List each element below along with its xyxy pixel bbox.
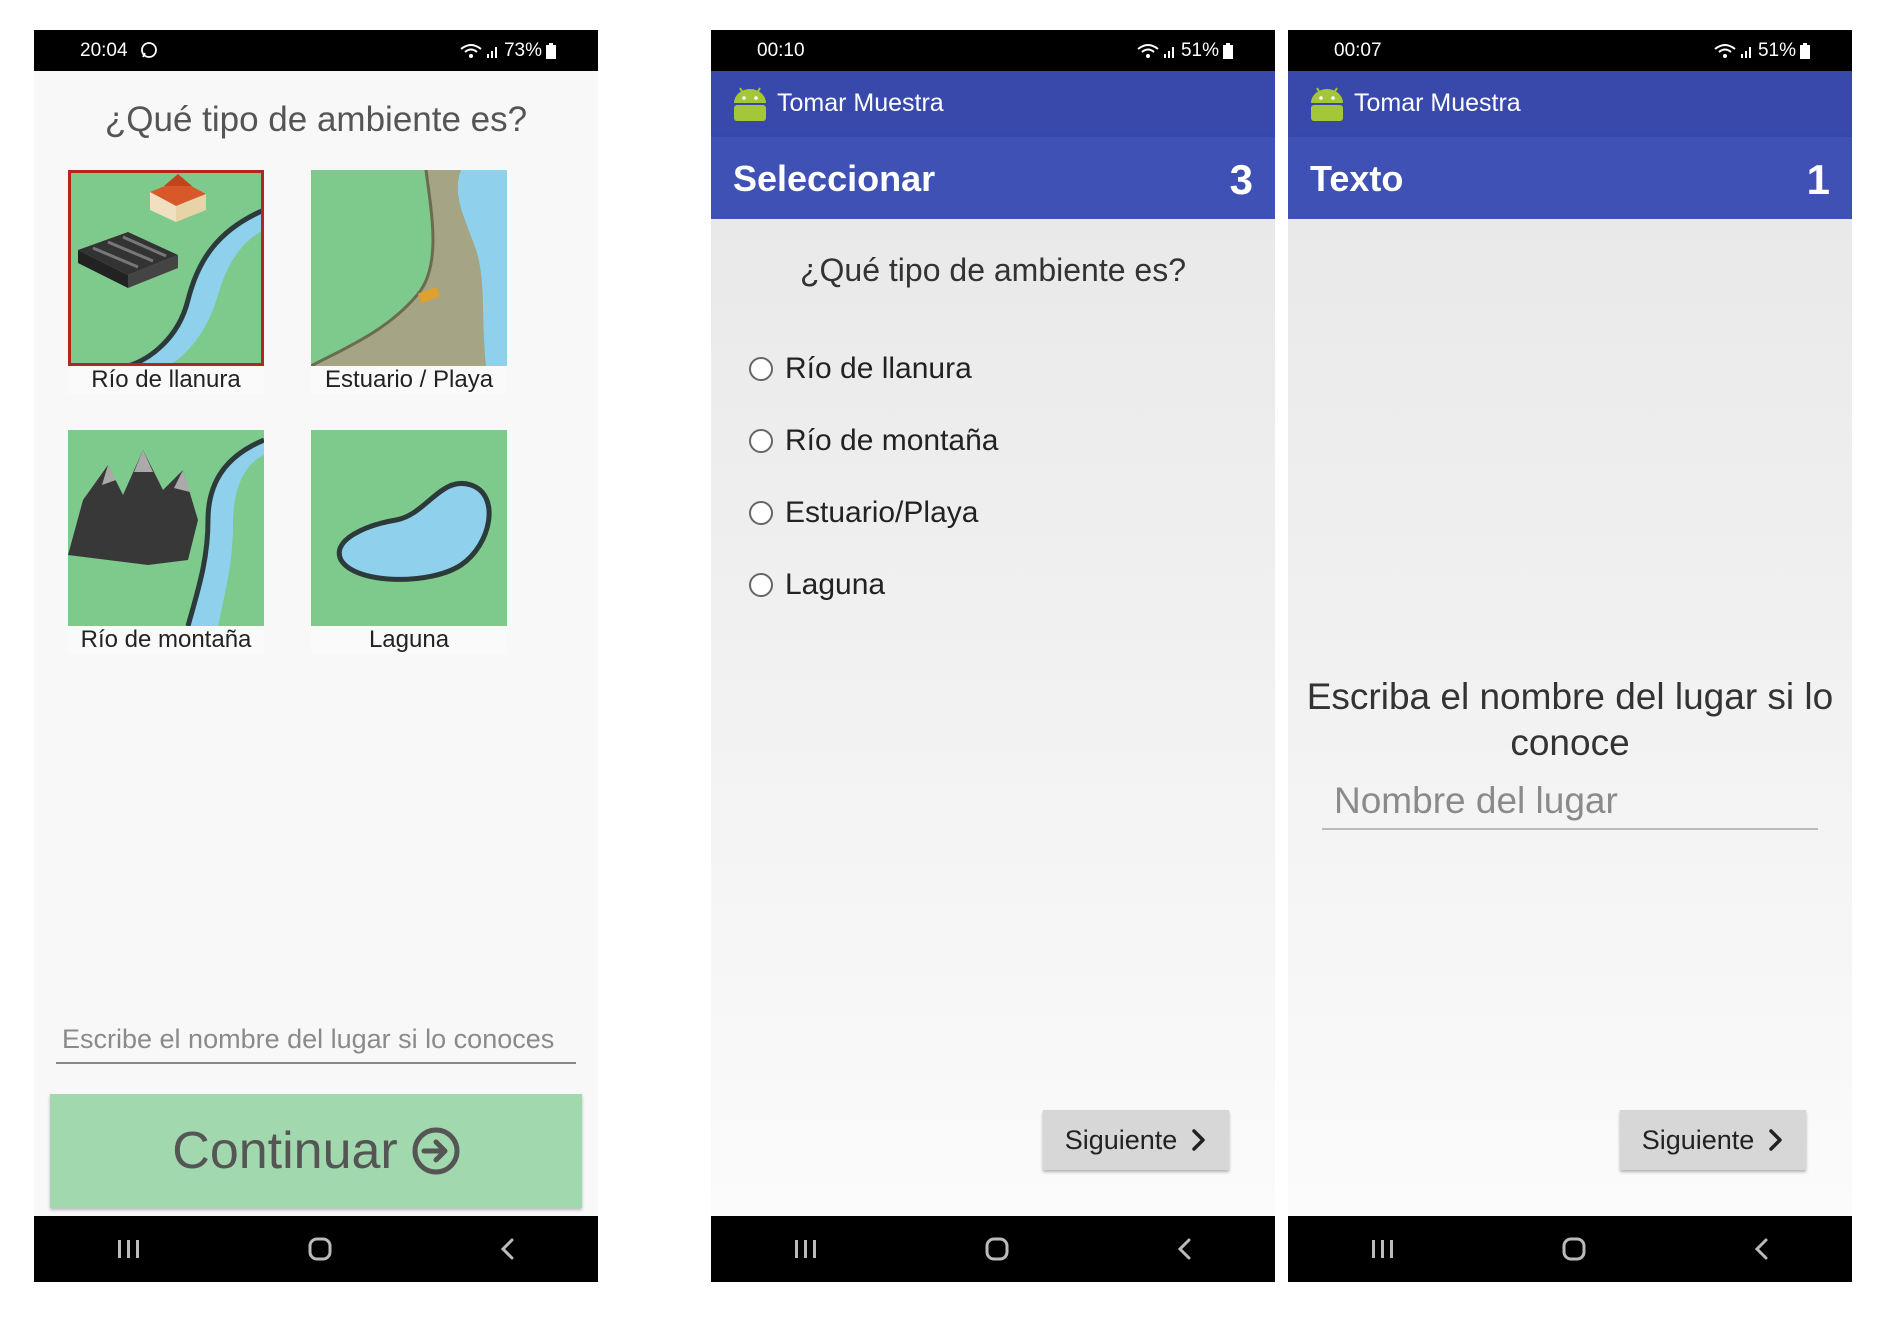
tile-label: Estuario / Playa <box>311 366 507 394</box>
radio-option-rio-de-llanura[interactable]: Río de llanura <box>749 352 972 386</box>
section-header: Seleccionar 3 <box>711 137 1275 219</box>
plains-river-illustration <box>78 174 264 366</box>
home-icon[interactable] <box>984 1236 1010 1262</box>
place-name-placeholder: Escribe el nombre del lugar si lo conoce… <box>62 1024 555 1054</box>
section-title: Seleccionar <box>733 158 936 199</box>
radio-button[interactable] <box>749 501 773 525</box>
place-name-input[interactable]: Nombre del lugar <box>1322 778 1818 830</box>
phone-screen-environment-grid: 20:04 73% ¿Qué tipo de ambiente es? Río … <box>34 30 598 1282</box>
step-number: 1 <box>1806 156 1830 203</box>
beach-illustration <box>311 170 507 366</box>
tile-rio-de-montana[interactable] <box>68 430 264 626</box>
prompt-line-1: Escriba el nombre del lugar si lo <box>1306 676 1834 717</box>
status-time: 00:10 <box>757 40 805 61</box>
section-title: Texto <box>1310 158 1404 199</box>
section-header: Texto 1 <box>1288 137 1852 219</box>
radio-label: Estuario/Playa <box>785 496 979 529</box>
battery-icon <box>546 43 556 59</box>
place-name-input[interactable]: Escribe el nombre del lugar si lo conoce… <box>56 1022 576 1064</box>
tile-rio-de-llanura[interactable] <box>68 170 264 366</box>
wifi-icon <box>460 44 482 58</box>
place-name-prompt: Escriba el nombre del lugar si lo conoce <box>1288 674 1852 766</box>
tile-estuario-playa[interactable] <box>311 170 507 366</box>
app-bar: Tomar Muestra <box>711 71 1275 137</box>
status-bar: 00:07 51% <box>1288 30 1852 71</box>
status-bar: 20:04 73% <box>34 30 598 71</box>
phone-screen-text-input: 00:07 51% Tomar Muestra Texto 1 Escriba … <box>1288 30 1852 1282</box>
status-time: 20:04 <box>80 40 128 61</box>
signal-icon <box>486 47 497 58</box>
radio-label: Río de llanura <box>785 352 972 385</box>
system-nav-bar <box>1288 1216 1852 1282</box>
next-button[interactable]: Siguiente <box>1043 1110 1229 1170</box>
app-bar: Tomar Muestra <box>1288 71 1852 137</box>
continue-button[interactable]: Continuar <box>50 1094 582 1208</box>
radio-option-rio-de-montana[interactable]: Río de montaña <box>749 424 998 458</box>
radio-label: Río de montaña <box>785 424 999 457</box>
app-title: Tomar Muestra <box>1354 89 1521 117</box>
tile-laguna[interactable] <box>311 430 507 626</box>
tile-label: Río de montaña <box>68 626 264 654</box>
battery-percent: 51% <box>1757 40 1796 61</box>
back-icon[interactable] <box>498 1237 516 1261</box>
tile-label: Laguna <box>311 626 507 654</box>
radio-button[interactable] <box>749 429 773 453</box>
battery-percent: 73% <box>503 40 542 61</box>
radio-option-estuario-playa[interactable]: Estuario/Playa <box>749 496 978 530</box>
app-title: Tomar Muestra <box>777 89 944 117</box>
phone-screen-radio-select: 00:10 51% Tomar Muestra Seleccionar 3 ¿Q… <box>711 30 1275 1282</box>
question-title: ¿Qué tipo de ambiente es? <box>104 100 528 139</box>
wifi-icon <box>1137 44 1159 58</box>
recent-apps-icon[interactable] <box>1370 1238 1396 1260</box>
signal-icon <box>1740 47 1751 58</box>
status-time: 00:07 <box>1334 40 1382 61</box>
battery-icon <box>1223 43 1233 59</box>
battery-icon <box>1800 43 1810 59</box>
system-nav-bar <box>34 1216 598 1282</box>
chevron-right-icon <box>1769 1129 1783 1151</box>
wifi-icon <box>1714 44 1736 58</box>
place-name-placeholder: Nombre del lugar <box>1334 780 1618 821</box>
radio-option-laguna[interactable]: Laguna <box>749 568 885 602</box>
tile-label: Río de llanura <box>68 366 264 394</box>
back-icon[interactable] <box>1175 1237 1193 1261</box>
arrow-circle-right-icon <box>412 1127 460 1175</box>
chevron-right-icon <box>1192 1129 1206 1151</box>
whatsapp-icon <box>141 42 157 58</box>
next-label: Siguiente <box>1641 1124 1755 1155</box>
continue-label: Continuar <box>172 1122 398 1180</box>
lagoon-illustration <box>336 480 492 582</box>
next-button[interactable]: Siguiente <box>1620 1110 1806 1170</box>
mountain-river-illustration <box>68 437 264 626</box>
android-icon <box>1311 87 1343 121</box>
android-icon <box>734 87 766 121</box>
radio-button[interactable] <box>749 573 773 597</box>
radio-label: Laguna <box>785 568 886 601</box>
step-number: 3 <box>1229 156 1253 203</box>
back-icon[interactable] <box>1752 1237 1770 1261</box>
battery-percent: 51% <box>1180 40 1219 61</box>
signal-icon <box>1163 47 1174 58</box>
next-label: Siguiente <box>1064 1124 1178 1155</box>
recent-apps-icon[interactable] <box>116 1238 142 1260</box>
system-nav-bar <box>711 1216 1275 1282</box>
recent-apps-icon[interactable] <box>793 1238 819 1260</box>
status-bar: 00:10 51% <box>711 30 1275 71</box>
question-title: ¿Qué tipo de ambiente es? <box>799 252 1186 288</box>
home-icon[interactable] <box>1561 1236 1587 1262</box>
radio-button[interactable] <box>749 357 773 381</box>
prompt-line-2: conoce <box>1510 722 1630 763</box>
home-icon[interactable] <box>307 1236 333 1262</box>
